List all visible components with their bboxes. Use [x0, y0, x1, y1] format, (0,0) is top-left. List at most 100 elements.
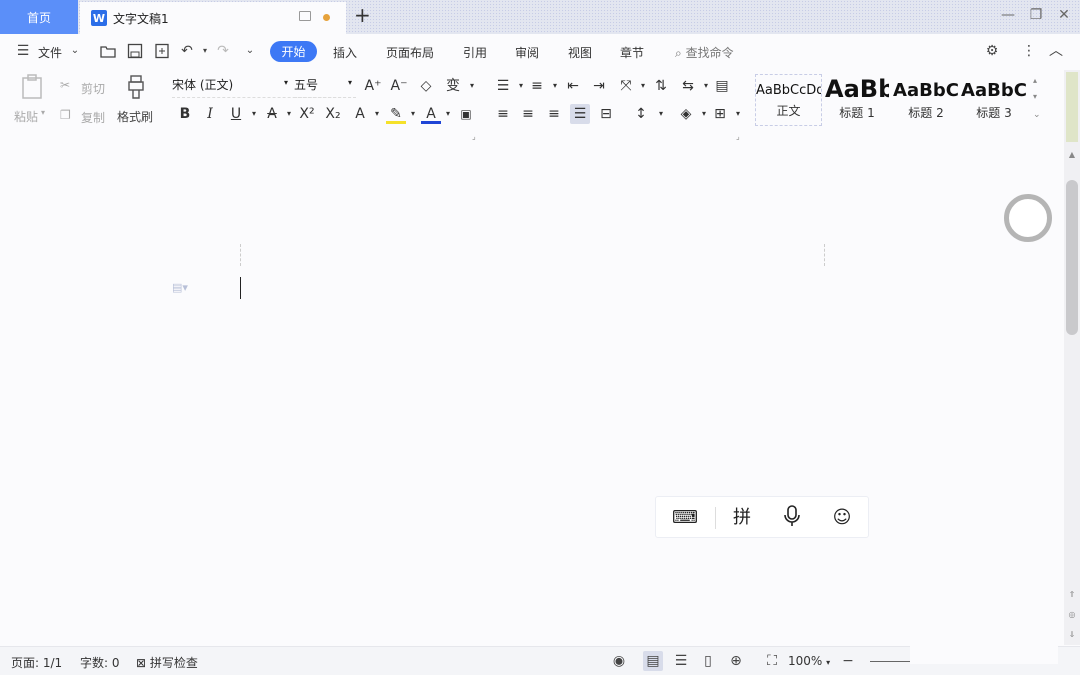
spell-check-button[interactable]: ⊠ 拼写检查	[136, 654, 198, 671]
microphone-icon[interactable]	[777, 505, 807, 531]
page-view-icon[interactable]: ▤	[643, 651, 663, 671]
cut-button[interactable]: 剪切	[81, 80, 105, 97]
clear-format-icon[interactable]: ◇	[416, 76, 436, 96]
distributed-align-icon[interactable]: ⊟	[596, 104, 616, 124]
undo-icon[interactable]: ↶	[178, 42, 196, 60]
pinyin-dropdown-icon[interactable]: ▾	[462, 76, 482, 96]
fit-page-icon[interactable]: ⛶	[762, 651, 782, 671]
reading-view-icon[interactable]: ▯	[698, 651, 718, 671]
pinyin-guide-icon[interactable]: 变	[443, 76, 463, 96]
styles-scroll-down-icon[interactable]: ▾	[1033, 92, 1037, 101]
page-indicator[interactable]: 页面: 1/1	[11, 654, 62, 671]
chinese-layout-dropdown-icon[interactable]: ▾	[633, 76, 653, 96]
align-center-icon[interactable]: ≡	[518, 104, 538, 124]
text-effect-dropdown-icon[interactable]: ▾	[367, 104, 387, 124]
save-icon[interactable]	[126, 42, 144, 60]
undo-dropdown-icon[interactable]: ▾	[196, 42, 214, 60]
cut-icon[interactable]: ✂	[60, 78, 70, 92]
shrink-font-icon[interactable]: A⁻	[389, 76, 409, 96]
paragraph-layout-icon[interactable]: ▤▾	[172, 281, 188, 294]
eye-protection-icon[interactable]: ◉	[609, 651, 629, 671]
borders-icon[interactable]: ⊞	[710, 104, 730, 124]
align-justify-icon[interactable]: ☰	[570, 104, 590, 124]
prev-page-icon[interactable]: ⇑	[1064, 590, 1080, 599]
settings-gear-icon[interactable]: ⚙	[983, 42, 1001, 60]
redo-icon[interactable]: ↷	[214, 42, 232, 60]
restore-icon[interactable]: ❐	[1027, 6, 1045, 24]
paste-button[interactable]: 粘贴	[14, 108, 38, 125]
more-options-icon[interactable]: ⋮	[1020, 42, 1038, 60]
superscript-icon[interactable]: X²	[297, 104, 317, 124]
borders-dropdown-icon[interactable]: ▾	[728, 104, 748, 124]
sort-icon[interactable]: ⇅	[651, 76, 671, 96]
style-normal[interactable]: AaBbCcDd 正文	[755, 74, 822, 126]
scrollbar-thumb[interactable]	[1066, 180, 1078, 335]
keyboard-icon[interactable]: ⌨	[670, 505, 700, 531]
word-count[interactable]: 字数: 0	[80, 654, 120, 671]
numbered-list-icon[interactable]: ≡	[527, 76, 547, 96]
tab-start[interactable]: 开始	[270, 41, 317, 62]
style-heading-3[interactable]: AaBbC 标题 3	[961, 74, 1027, 126]
style-heading-2[interactable]: AaBbC 标题 2	[893, 74, 959, 126]
align-left-icon[interactable]: ≡	[493, 104, 513, 124]
italic-icon[interactable]: I	[200, 104, 220, 124]
copy-button[interactable]: 复制	[81, 109, 105, 126]
paste-dropdown-icon[interactable]: ▾	[41, 108, 45, 117]
line-spacing-dropdown-icon[interactable]: ▾	[651, 104, 671, 124]
tab-chapter[interactable]: 章节	[620, 44, 644, 61]
font-size-select[interactable]: 五号 ▾	[294, 76, 356, 98]
open-folder-icon[interactable]	[99, 42, 117, 60]
customize-toolbar-icon[interactable]: ⌄	[241, 42, 259, 60]
copy-icon[interactable]: ❐	[60, 108, 71, 122]
increase-indent-icon[interactable]: ⇥	[589, 76, 609, 96]
highlight-dropdown-icon[interactable]: ▾	[403, 104, 423, 124]
paste-icon[interactable]	[20, 74, 44, 105]
scroll-up-icon[interactable]: ▲	[1064, 150, 1080, 159]
underline-dropdown-icon[interactable]: ▾	[244, 104, 264, 124]
numbered-list-dropdown-icon[interactable]: ▾	[545, 76, 565, 96]
emoji-icon[interactable]: ☺	[827, 505, 857, 531]
tab-insert[interactable]: 插入	[333, 44, 357, 61]
font-dialog-launcher-icon[interactable]: ⌟	[472, 132, 476, 141]
command-search[interactable]: ⌕ 查找命令	[675, 44, 734, 61]
show-marks-icon[interactable]: ⇆	[678, 76, 698, 96]
select-browse-object-icon[interactable]: ◎	[1064, 610, 1080, 619]
format-painter-button[interactable]: 格式刷	[117, 108, 153, 125]
web-view-icon[interactable]: ⊕	[726, 651, 746, 671]
tab-view[interactable]: 视图	[568, 44, 592, 61]
vertical-scrollbar[interactable]: ▲ ⇑ ◎ ⇓	[1064, 70, 1080, 645]
file-menu[interactable]: 文件	[38, 44, 62, 61]
tab-document[interactable]: W 文字文稿1	[80, 2, 346, 34]
styles-more-icon[interactable]: ⌄	[1033, 110, 1041, 120]
paragraph-dialog-launcher-icon[interactable]: ⌟	[736, 132, 740, 141]
chevron-down-icon[interactable]: ⌄	[66, 42, 84, 60]
tab-home[interactable]: 首页	[0, 0, 78, 34]
minimize-icon[interactable]: —	[999, 6, 1017, 24]
screen-icon[interactable]	[299, 11, 311, 21]
tab-review[interactable]: 审阅	[515, 44, 539, 61]
align-right-icon[interactable]: ≡	[544, 104, 564, 124]
character-border-icon[interactable]: ▣	[456, 104, 476, 124]
export-icon[interactable]	[153, 42, 171, 60]
pinyin-button[interactable]: 拼	[727, 505, 757, 531]
grow-font-icon[interactable]: A⁺	[363, 76, 383, 96]
shading-icon[interactable]: ◈	[676, 104, 696, 124]
new-tab-button[interactable]: +	[354, 5, 371, 25]
tab-references[interactable]: 引用	[463, 44, 487, 61]
ruler-icon[interactable]: ▤	[712, 76, 732, 96]
hamburger-icon[interactable]: ☰	[14, 42, 32, 60]
outline-view-icon[interactable]: ☰	[671, 651, 691, 671]
zoom-level[interactable]: 100% ▾	[788, 654, 830, 668]
bullet-list-icon[interactable]: ☰	[493, 76, 513, 96]
strikethrough-dropdown-icon[interactable]: ▾	[279, 104, 299, 124]
style-heading-1[interactable]: AaBb 标题 1	[825, 74, 889, 126]
zoom-slider[interactable]	[870, 661, 910, 662]
close-icon[interactable]: ✕	[1055, 6, 1073, 24]
underline-icon[interactable]: U	[226, 104, 246, 124]
zoom-out-icon[interactable]: −	[838, 651, 858, 671]
format-painter-icon[interactable]	[126, 74, 146, 105]
collapse-ribbon-icon[interactable]: ︿	[1047, 42, 1065, 60]
bold-icon[interactable]: B	[175, 104, 195, 124]
decrease-indent-icon[interactable]: ⇤	[563, 76, 583, 96]
subscript-icon[interactable]: X₂	[323, 104, 343, 124]
